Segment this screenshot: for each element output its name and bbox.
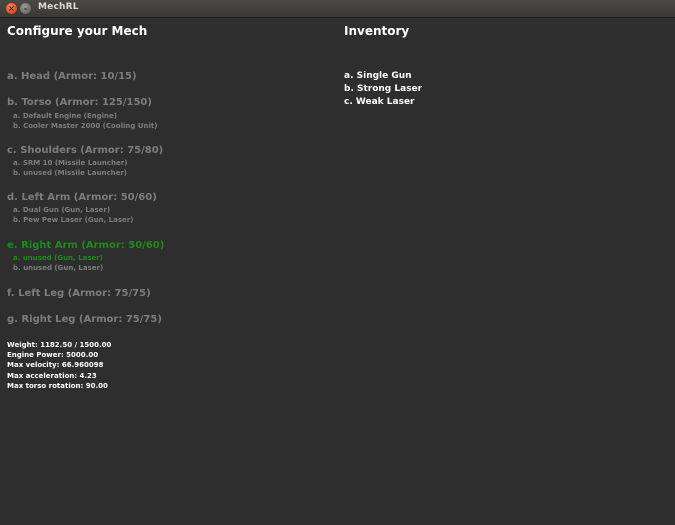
minimize-icon[interactable]: – [20,3,31,14]
shoulders-slot-b[interactable]: b. unused (Missile Launcher) [13,169,127,177]
part-left-arm[interactable]: d. Left Arm (Armor: 50/60) [7,192,157,203]
stat-max-acceleration: Max acceleration: 4.23 [7,372,97,380]
configure-heading: Configure your Mech [7,24,148,38]
left-arm-slot-a[interactable]: a. Dual Gun (Gun, Laser) [13,206,110,214]
part-torso[interactable]: b. Torso (Armor: 125/150) [7,97,152,108]
part-shoulders[interactable]: c. Shoulders (Armor: 75/80) [7,145,163,156]
stat-engine-power: Engine Power: 5000.00 [7,351,99,359]
part-right-leg[interactable]: g. Right Leg (Armor: 75/75) [7,314,162,325]
inventory-item[interactable]: b. Strong Laser [344,84,422,94]
torso-slot-b[interactable]: b. Cooler Master 2000 (Cooling Unit) [13,122,157,130]
stat-max-torso-rotation: Max torso rotation: 90.00 [7,382,108,390]
inventory-heading: Inventory [344,24,410,38]
shoulders-slot-a[interactable]: a. SRM 10 (Missile Launcher) [13,159,127,167]
game-window: × – MechRL Configure your Mech Inventory… [0,0,675,525]
part-right-arm[interactable]: e. Right Arm (Armor: 50/60) [7,240,164,251]
right-arm-slot-b[interactable]: b. unused (Gun, Laser) [13,264,103,272]
title-bar[interactable]: × – MechRL [0,0,675,18]
right-arm-slot-a[interactable]: a. unused (Gun, Laser) [13,254,103,262]
part-left-leg[interactable]: f. Left Leg (Armor: 75/75) [7,288,151,299]
window-title: MechRL [38,2,79,12]
stat-max-velocity: Max velocity: 66.960098 [7,361,104,369]
stat-weight: Weight: 1182.50 / 1500.00 [7,341,112,349]
part-head[interactable]: a. Head (Armor: 10/15) [7,71,137,82]
inventory-item[interactable]: c. Weak Laser [344,97,415,107]
close-icon[interactable]: × [6,3,17,14]
left-arm-slot-b[interactable]: b. Pew Pew Laser (Gun, Laser) [13,216,133,224]
inventory-item[interactable]: a. Single Gun [344,71,412,81]
torso-slot-a[interactable]: a. Default Engine (Engine) [13,112,117,120]
